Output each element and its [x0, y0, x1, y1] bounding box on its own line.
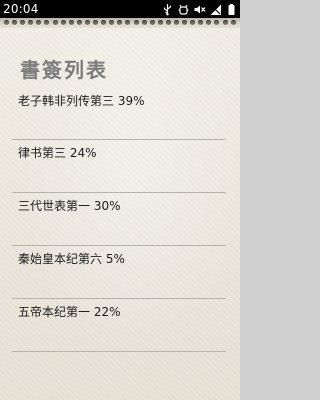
bookmark-label: 律书第三 24% [18, 146, 97, 160]
status-icons [161, 1, 238, 17]
bookmark-label: 五帝本纪第一 22% [18, 305, 121, 319]
battery-icon [225, 3, 238, 16]
bookmark-list: 老子韩非列传第三 39% 律书第三 24% 三代世表第一 30% 秦始皇本纪第六… [0, 90, 240, 352]
usb-debug-icon [177, 3, 190, 16]
bookmark-label: 老子韩非列传第三 39% [18, 94, 145, 108]
bookmark-label: 秦始皇本纪第六 5% [18, 252, 125, 266]
binding-holes [4, 20, 236, 27]
bookmark-item[interactable]: 秦始皇本纪第六 5% [0, 246, 240, 299]
mute-icon [193, 3, 206, 16]
page-title: 書簽列表 [20, 58, 108, 82]
status-bar: 20:04 [0, 0, 240, 18]
bookmark-item[interactable]: 五帝本纪第一 22% [0, 299, 240, 352]
divider [12, 351, 226, 352]
bookmark-item[interactable]: 三代世表第一 30% [0, 193, 240, 246]
bookmark-label: 三代世表第一 30% [18, 199, 121, 213]
notebook-binding [0, 18, 240, 28]
bookmark-item[interactable]: 律书第三 24% [0, 140, 240, 193]
status-time: 20:04 [3, 2, 39, 16]
usb-icon [161, 3, 174, 16]
signal-crossed-icon [209, 3, 222, 16]
bookmark-item[interactable]: 老子韩非列传第三 39% [0, 90, 240, 140]
notebook-page: 書簽列表 老子韩非列传第三 39% 律书第三 24% 三代世表第一 30% 秦始… [0, 18, 240, 400]
